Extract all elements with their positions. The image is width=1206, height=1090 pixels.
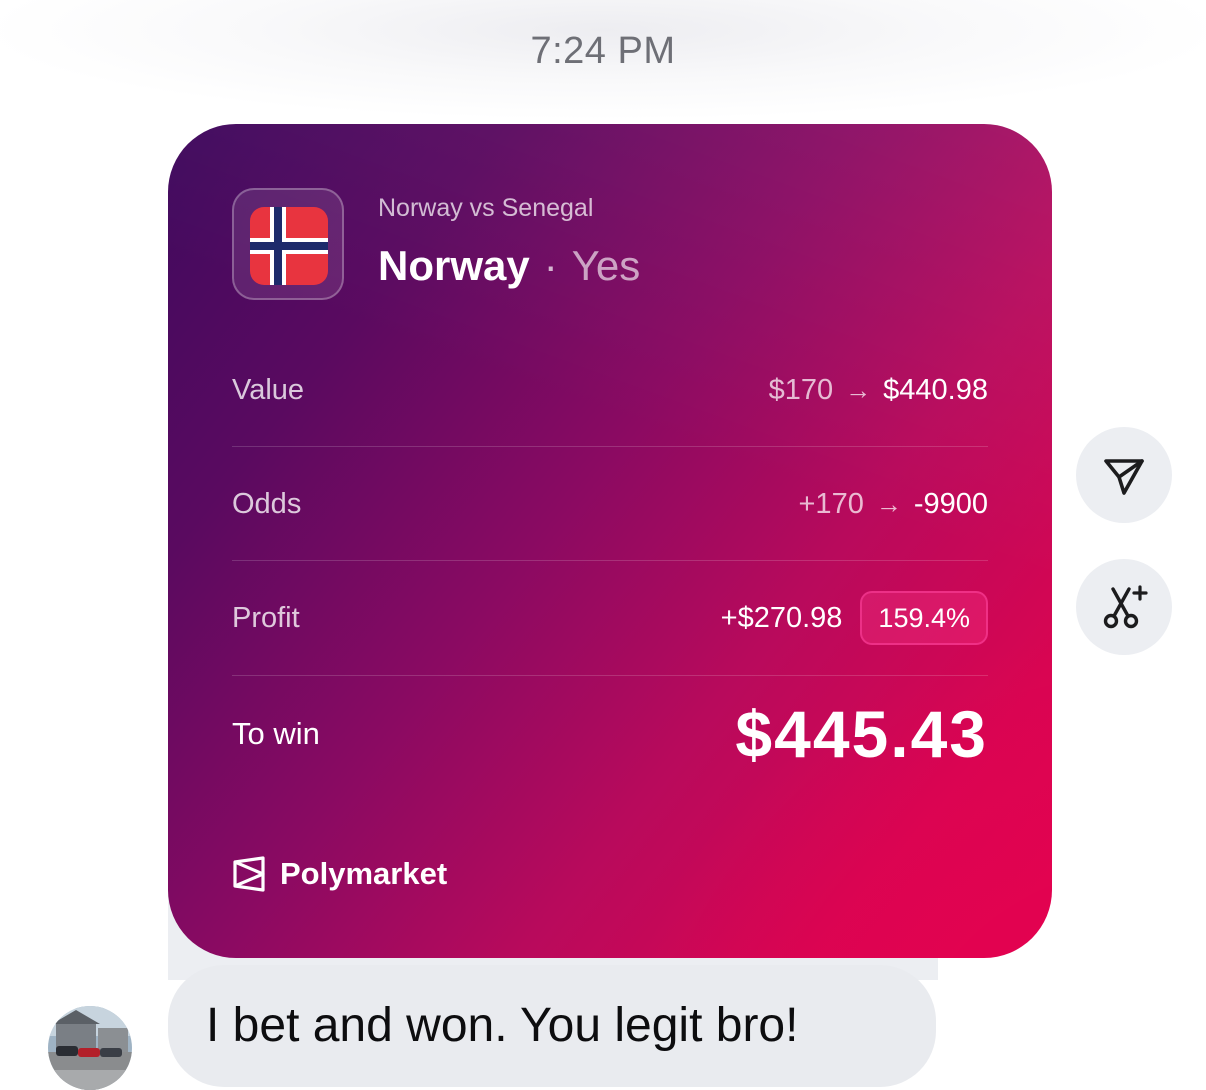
to-win-amount: $445.43	[735, 697, 988, 771]
odds-row: Odds +170 → -9900	[232, 474, 988, 534]
profit-label: Profit	[232, 602, 300, 634]
value-amounts: $170 → $440.98	[769, 360, 988, 420]
brand: Polymarket	[232, 852, 447, 896]
avatar[interactable]	[48, 1006, 132, 1090]
match-title: Norway vs Senegal	[378, 194, 594, 222]
pick-outcome: Yes	[571, 242, 641, 289]
arrow-right-icon: →	[875, 489, 902, 519]
odds-label: Odds	[232, 488, 302, 520]
profit-amount: +$270.98	[720, 602, 843, 634]
pick-team: Norway	[378, 242, 530, 289]
message-bubble[interactable]: I bet and won. You legit bro!	[168, 965, 936, 1087]
value-label: Value	[232, 374, 305, 406]
odds-from: +170	[798, 488, 864, 520]
avatar-photo	[48, 1006, 132, 1090]
bet-card[interactable]: Norway vs Senegal Norway · Yes Value $170 …	[168, 124, 1052, 958]
profit-row: Profit +$270.98 159.4%	[232, 588, 988, 648]
divider	[232, 675, 988, 676]
odds-to: -9900	[913, 488, 988, 520]
send-icon	[1104, 459, 1144, 495]
pick-separator: ·	[543, 242, 558, 289]
brand-name: Polymarket	[280, 856, 448, 891]
norway-flag-icon	[250, 207, 328, 285]
odds-amounts: +170 → -9900	[799, 474, 989, 534]
polymarket-logo-icon	[233, 856, 265, 892]
to-win-label: To win	[232, 716, 320, 751]
message-timestamp: 7:24 PM	[530, 30, 676, 72]
divider	[232, 560, 988, 561]
profit-percent-badge: 159.4%	[860, 591, 988, 645]
remix-button[interactable]	[1076, 559, 1172, 655]
flag-container	[232, 188, 344, 300]
divider	[232, 446, 988, 447]
scissors-sparkle-icon	[1103, 585, 1148, 629]
arrow-right-icon: →	[845, 375, 872, 405]
share-button[interactable]	[1076, 427, 1172, 523]
profit-amounts: +$270.98 159.4%	[721, 588, 988, 648]
pick-line: Norway · Yes	[378, 242, 640, 290]
value-to: $440.98	[883, 374, 988, 406]
value-row: Value $170 → $440.98	[232, 360, 988, 420]
value-from: $170	[768, 374, 834, 406]
